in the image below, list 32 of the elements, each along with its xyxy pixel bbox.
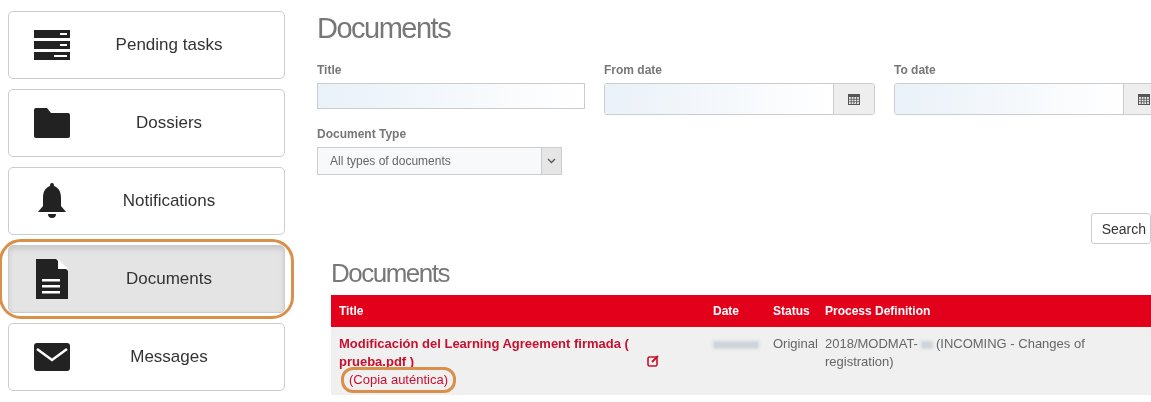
date-input[interactable]	[894, 83, 1151, 115]
edit-icon[interactable]	[646, 355, 659, 367]
document-icon	[35, 259, 68, 299]
column-header: Date	[705, 295, 765, 327]
table-cell: Original	[765, 327, 817, 395]
sidebar-item[interactable]: Documents	[8, 245, 285, 313]
field-label: To date	[894, 63, 937, 77]
title-input[interactable]	[317, 83, 585, 109]
copy-link[interactable]: (Copia auténtica)	[349, 372, 448, 387]
envelope-icon	[33, 343, 70, 371]
section-title: Documents	[331, 258, 451, 289]
date-input[interactable]	[604, 83, 875, 115]
process-definition: 2018/MODMAT- (INCOMING - Changes of registration)	[825, 335, 1086, 371]
column-header: Status	[765, 295, 817, 327]
sidebar-item[interactable]: Dossiers	[8, 89, 285, 157]
field-label: From date	[604, 63, 663, 77]
field-label: Document Type	[317, 127, 408, 141]
sidebar-item[interactable]: Notifications	[8, 167, 285, 235]
column-header: Process Definition	[817, 295, 1151, 327]
search-button[interactable]: Search	[1090, 213, 1151, 244]
stacked-bars-icon	[33, 30, 70, 60]
column-header: Title	[331, 295, 705, 327]
sidebar-item[interactable]: Pending tasks	[8, 11, 285, 79]
calendar-icon	[848, 93, 860, 105]
page-title: Documents	[317, 12, 452, 45]
folder-icon	[33, 108, 70, 138]
calendar-icon	[1138, 93, 1150, 105]
blurred-date	[713, 340, 759, 349]
sidebar-item[interactable]: Messages	[8, 323, 285, 391]
document-type-select[interactable]: All types of documents	[317, 147, 562, 175]
chevron-down-icon	[547, 158, 556, 164]
field-label: Title	[317, 63, 343, 77]
